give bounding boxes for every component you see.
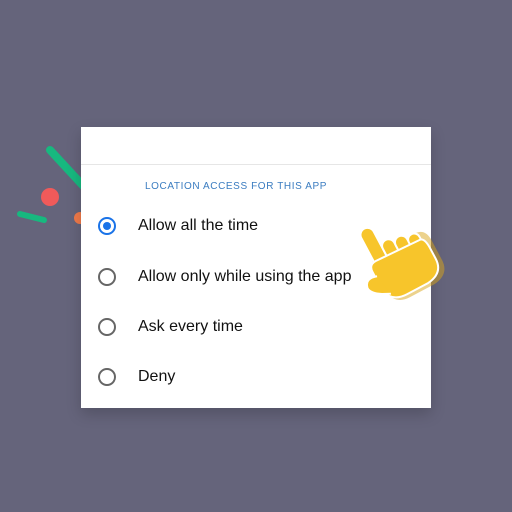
- radio-button[interactable]: [98, 318, 116, 336]
- option-label: Deny: [138, 368, 176, 385]
- radio-button[interactable]: [98, 268, 116, 286]
- section-header: LOCATION ACCESS FOR THIS APP: [145, 181, 328, 192]
- radio-button-selected[interactable]: [98, 217, 116, 235]
- option-deny[interactable]: Deny: [98, 360, 428, 394]
- radio-button[interactable]: [98, 368, 116, 386]
- option-label: Allow only while using the app: [138, 268, 352, 285]
- option-label: Ask every time: [138, 318, 243, 335]
- option-label: Allow all the time: [138, 217, 259, 234]
- option-ask-every-time[interactable]: Ask every time: [98, 310, 428, 344]
- dialog-divider: [81, 164, 431, 165]
- stage: LOCATION ACCESS FOR THIS APP Allow all t…: [0, 0, 512, 512]
- pointing-hand-icon: [359, 226, 445, 301]
